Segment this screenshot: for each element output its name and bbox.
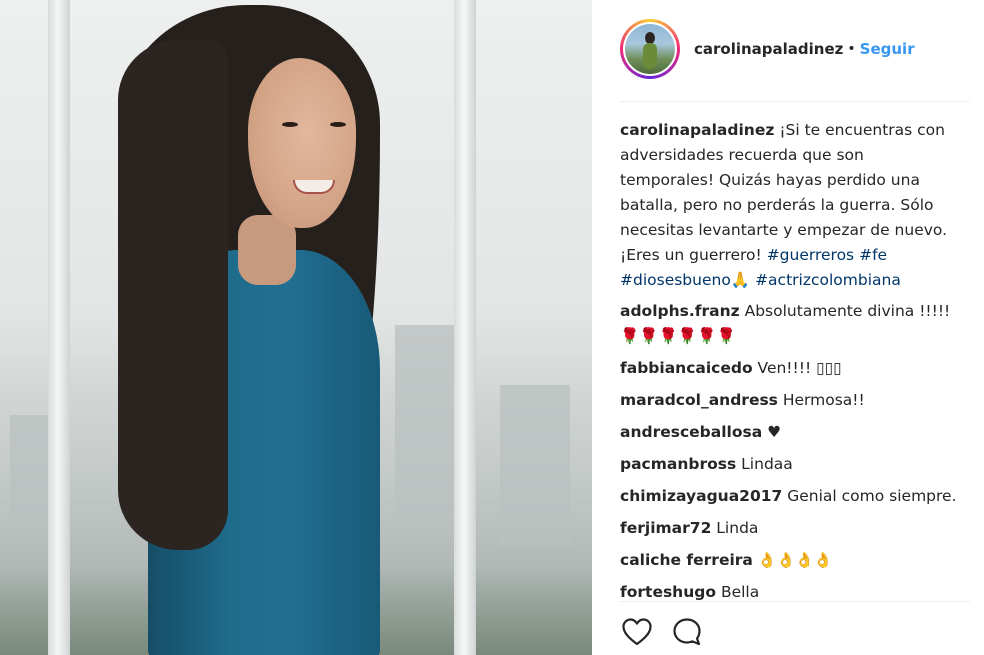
separator-dot: • [847,41,856,57]
post-username[interactable]: carolinapaladinez [694,40,843,58]
comment-username[interactable]: chimizayagua2017 [620,487,782,505]
avatar[interactable] [625,24,675,74]
divider [620,601,970,602]
comments-list[interactable]: carolinapaladinez ¡Si te encuentras con … [620,118,960,600]
caption: carolinapaladinez ¡Si te encuentras con … [620,118,960,293]
story-ring[interactable] [620,19,680,79]
caption-username[interactable]: carolinapaladinez [620,121,774,139]
comment-username[interactable]: adolphs.franz [620,302,740,320]
comment-username[interactable]: fabbiancaicedo [620,359,753,377]
heart-emoji: ♥ [767,423,782,441]
hashtag[interactable]: #diosesbueno [620,271,731,289]
comment-username[interactable]: andresceballosa [620,423,762,441]
post-header: carolinapaladinez • Seguir [620,14,970,84]
window-frame [454,0,476,655]
building [395,325,455,515]
comment-item: pacmanbross Lindaa [620,452,960,477]
building [500,385,570,545]
comment-username[interactable]: maradcol_andress [620,391,778,409]
praying-emoji: 🙏 [730,271,751,289]
building [10,415,50,535]
post-photo[interactable] [0,0,592,655]
divider [620,101,970,102]
comment-text: Genial como siempre. [787,487,957,505]
heart-icon[interactable] [620,615,654,649]
comment-item: adolphs.franz Absolutamente divina !!!!!… [620,299,960,349]
comment-text: Ven!!!! ▯▯▯ [757,359,842,377]
comment-text: Bella [720,583,760,600]
hashtag[interactable]: #actrizcolombiana [755,271,901,289]
comment-username[interactable]: forteshugo [620,583,716,600]
comment-item: chimizayagua2017 Genial como siempre. [620,484,960,509]
caption-text: ¡Si te encuentras con adversidades recue… [620,121,948,264]
post-actions [620,614,720,650]
comment-text: Lindaa [741,455,793,473]
comment-item: fabbiancaicedo Ven!!!! ▯▯▯ [620,356,960,381]
comment-item: maradcol_andress Hermosa!! [620,388,960,413]
comment-item: forteshugo Bella [620,580,960,600]
comment-bubble-icon[interactable] [670,615,704,649]
comment-text: Absolutamente divina !!!!! [744,302,951,320]
window-frame [48,0,70,655]
eye [330,122,346,127]
rose-emoji: 🌹🌹🌹🌹🌹🌹 [620,327,736,345]
hair-front [118,40,228,550]
hashtag[interactable]: #guerreros [767,246,854,264]
face [248,58,356,228]
comment-item: ferjimar72 Linda [620,516,960,541]
comment-username[interactable]: ferjimar72 [620,519,711,537]
hashtag[interactable]: #fe [859,246,887,264]
comment-text: Hermosa!! [782,391,865,409]
comment-text: Linda [716,519,759,537]
comment-username[interactable]: caliche ferreira [620,551,753,569]
post-sidebar: carolinapaladinez • Seguir carolinapalad… [592,0,984,655]
comment-username[interactable]: pacmanbross [620,455,736,473]
comment-item: andresceballosa ♥ [620,420,960,445]
comment-item: caliche ferreira 👌👌👌👌 [620,548,960,573]
follow-button[interactable]: Seguir [860,40,915,58]
eye [282,122,298,127]
ok-hand-emoji: 👌👌👌👌 [757,551,833,569]
